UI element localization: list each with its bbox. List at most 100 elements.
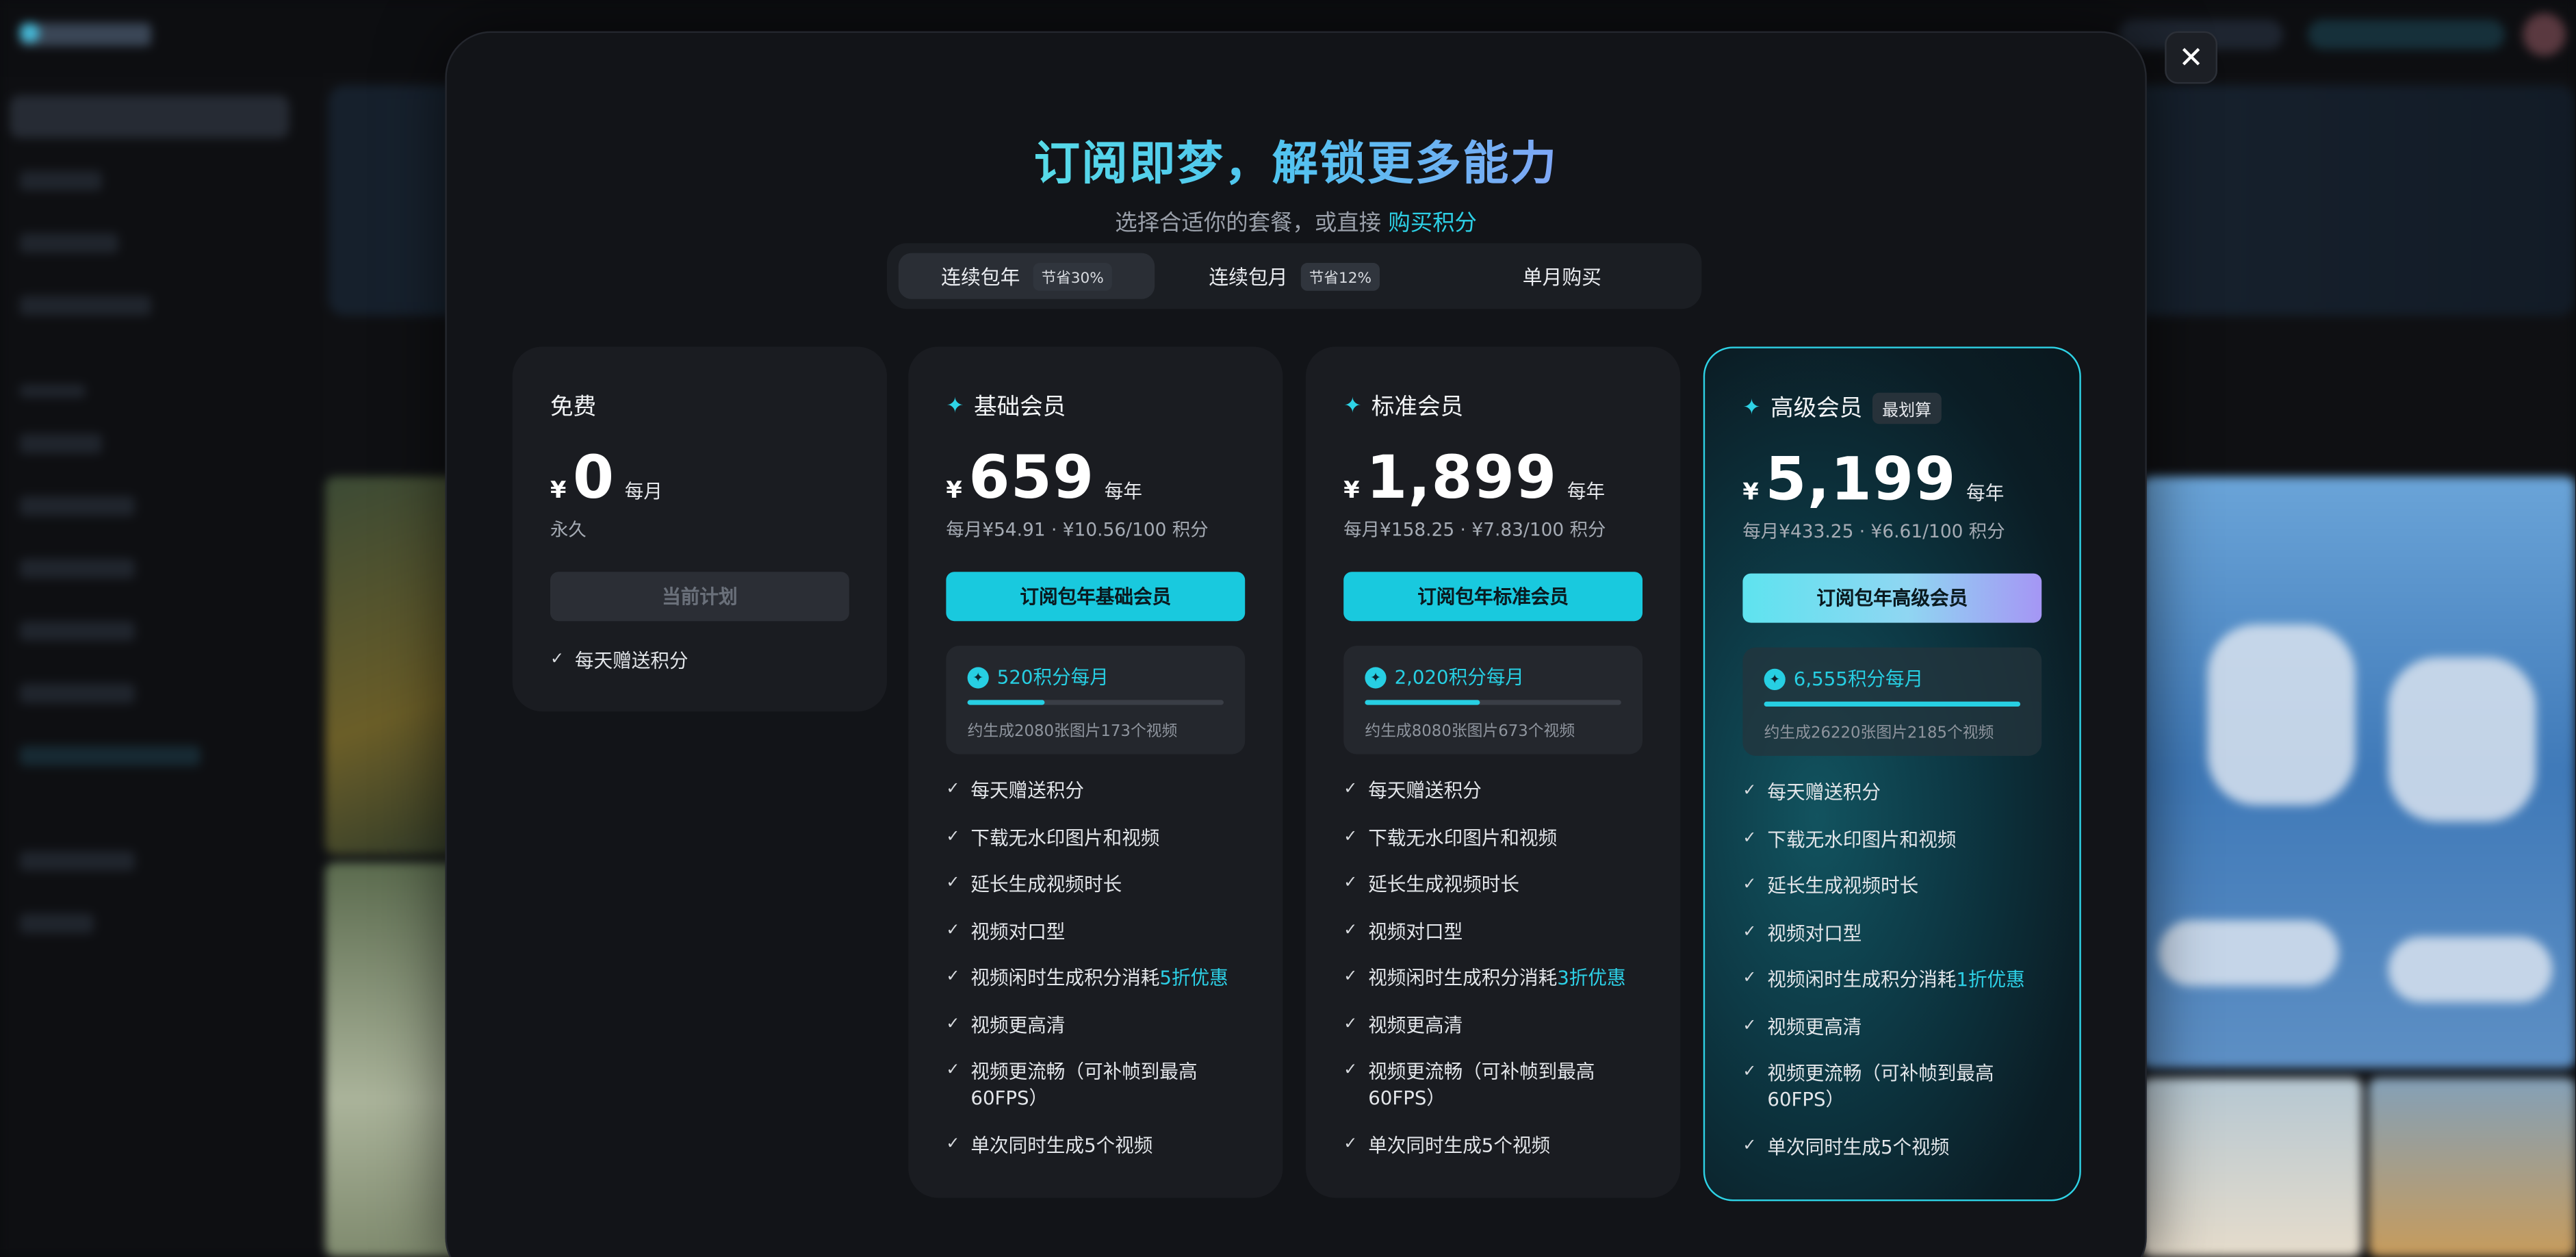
plan-note: 每月¥433.25 · ¥6.61/100 积分 [1742,520,2005,543]
bg-image [2141,1078,2362,1257]
plan-price: ¥ 5,199 每年 [1742,447,2004,514]
check-icon: ✓ [1742,1136,1757,1155]
credits-box: ✦ 520积分每月 约生成2080张图片173个视频 [946,646,1246,754]
feature-item: ✓ 视频对口型 [1742,919,2055,945]
plan-note: 每月¥54.91 · ¥10.56/100 积分 [946,519,1209,541]
bg-sidebar-item [19,296,151,316]
sparkle-icon: ✦ [1742,395,1761,420]
bg-sidebar-item [19,496,135,516]
feature-item: ✓ 视频更高清 [946,1011,1258,1037]
feature-item: ✓ 视频闲时生成积分消耗1折优惠 [1742,966,2055,992]
plan-price: ¥ 659 每年 [946,445,1142,512]
check-icon: ✓ [1343,921,1358,939]
billing-tabs: 连续包年 节省30% 连续包月 节省12% 单月购买 [887,243,1702,309]
tab-label: 单月购买 [1522,265,1601,289]
check-icon: ✓ [1343,1134,1358,1153]
bg-sidebar-item [19,433,102,454]
bg-sidebar-item [19,683,135,704]
bg-sidebar-item [19,851,135,871]
price-period: 每年 [1104,479,1142,503]
credits-bar [1764,701,2020,707]
check-icon: ✓ [946,1015,960,1033]
check-icon: ✓ [946,1061,960,1080]
feature-item: ✓ 每天赠送积分 [550,648,862,674]
tab-single-month[interactable]: 单月购买 [1434,253,1690,299]
buy-credits-link[interactable]: 购买积分 [1388,210,1477,236]
save-badge: 节省12% [1300,262,1380,290]
feature-list: ✓ 每天赠送积分 ✓ 下载无水印图片和视频 ✓ 延长生成视频时长 ✓ 视频对口型 ✓ 视频… [1343,777,1656,1178]
feature-item: ✓ 每天赠送积分 [1343,777,1656,803]
close-button[interactable]: ✕ [2165,31,2218,84]
current-plan-button: 当前计划 [550,572,849,622]
check-icon: ✓ [946,827,960,846]
sparkle-icon: ✦ [1343,393,1362,418]
price-period: 每年 [1567,479,1606,503]
plan-name: ✦ 高级会员 最划算 [1742,391,1942,424]
plan-card-basic: ✦ 基础会员 ¥ 659 每年 每月¥54.91 · ¥10.56/100 积分 … [908,346,1283,1198]
feature-item: ✓ 视频更流畅（可补帧到最高60FPS） [1343,1058,1656,1111]
modal-title: 订阅即梦，解锁更多能力 [1033,136,1558,191]
feature-item: ✓ 每天赠送积分 [1742,779,2055,805]
credits-line: ✦ 6,555积分每月 [1764,665,1923,691]
price-amount: 5,199 [1765,446,1957,515]
feature-item: ✓ 单次同时生成5个视频 [1742,1133,2055,1159]
bg-image [2368,1078,2576,1257]
feature-item: ✓ 视频更流畅（可补帧到最高60FPS） [1742,1060,2055,1113]
sparkle-icon: ✦ [946,393,964,418]
bg-sidebar-item [19,170,102,191]
check-icon: ✓ [946,1134,960,1153]
credits-box: ✦ 6,555积分每月 约生成26220张图片2185个视频 [1742,647,2042,756]
check-icon: ✓ [1343,827,1358,846]
best-value-tag: 最划算 [1872,392,1942,423]
feature-item: ✓ 延长生成视频时长 [1742,872,2055,898]
credits-bar-fill [1365,700,1480,705]
price-amount: 0 [573,445,615,513]
bg-cloud [2207,624,2356,805]
plan-card-premium: ✦ 高级会员 最划算 ¥ 5,199 每年 每月¥433.25 · ¥6.61/10… [1703,346,2081,1202]
price-amount: 659 [968,445,1095,513]
bg-sidebar-item [19,384,86,398]
credits-bar-fill [1764,701,2020,707]
credits-bar [1365,700,1621,705]
bg-sidebar-item [19,233,118,253]
price-period: 每月 [624,479,662,503]
plan-name: ✦ 标准会员 [1343,393,1464,421]
check-icon: ✓ [946,967,960,986]
check-icon: ✓ [1742,876,1757,894]
tab-label: 连续包月 [1209,265,1288,289]
credits-line: ✦ 520积分每月 [967,664,1109,690]
credits-estimate: 约生成2080张图片173个视频 [967,723,1178,741]
feature-item: ✓ 视频对口型 [1343,917,1656,943]
currency-symbol: ¥ [550,478,567,505]
feature-list: ✓ 每天赠送积分 ✓ 下载无水印图片和视频 ✓ 延长生成视频时长 ✓ 视频对口型 ✓ 视频… [946,777,1258,1178]
plan-price: ¥ 1,899 每年 [1343,445,1605,512]
plan-name: ✦ 基础会员 [946,393,1066,421]
tab-yearly[interactable]: 连续包年 节省30% [898,253,1155,299]
credits-bar [967,700,1224,705]
bg-sidebar-item [10,95,289,138]
subscribe-basic-button[interactable]: 订阅包年基础会员 [946,572,1246,622]
feature-item: ✓ 每天赠送积分 [946,777,1258,803]
price-amount: 1,899 [1366,445,1558,513]
plan-card-standard: ✦ 标准会员 ¥ 1,899 每年 每月¥158.25 · ¥7.83/100 积… [1306,346,1681,1198]
bg-sidebar-item [19,621,135,642]
check-icon: ✓ [1343,967,1358,986]
currency-symbol: ¥ [1343,478,1360,505]
bg-sidebar-item [19,559,135,579]
check-icon: ✓ [946,780,960,799]
check-icon: ✓ [1742,922,1757,941]
price-period: 每年 [1966,481,2005,505]
feature-item: ✓ 视频更高清 [1343,1011,1656,1037]
tab-label: 连续包年 [941,265,1020,289]
check-icon: ✓ [1343,1015,1358,1033]
feature-item: ✓ 下载无水印图片和视频 [1742,826,2055,852]
tab-monthly[interactable]: 连续包月 节省12% [1166,253,1422,299]
subscribe-premium-button[interactable]: 订阅包年高级会员 [1742,573,2042,623]
close-icon: ✕ [2178,40,2204,75]
credits-box: ✦ 2,020积分每月 约生成8080张图片673个视频 [1343,646,1643,754]
bg-cloud [2388,657,2536,822]
bg-sidebar-item [19,746,201,766]
feature-item: ✓ 视频对口型 [946,917,1258,943]
subscribe-standard-button[interactable]: 订阅包年标准会员 [1343,572,1643,622]
plan-card-free: 免费 ¥ 0 每月 永久 当前计划 ✓ 每天赠送积分 [512,346,887,712]
